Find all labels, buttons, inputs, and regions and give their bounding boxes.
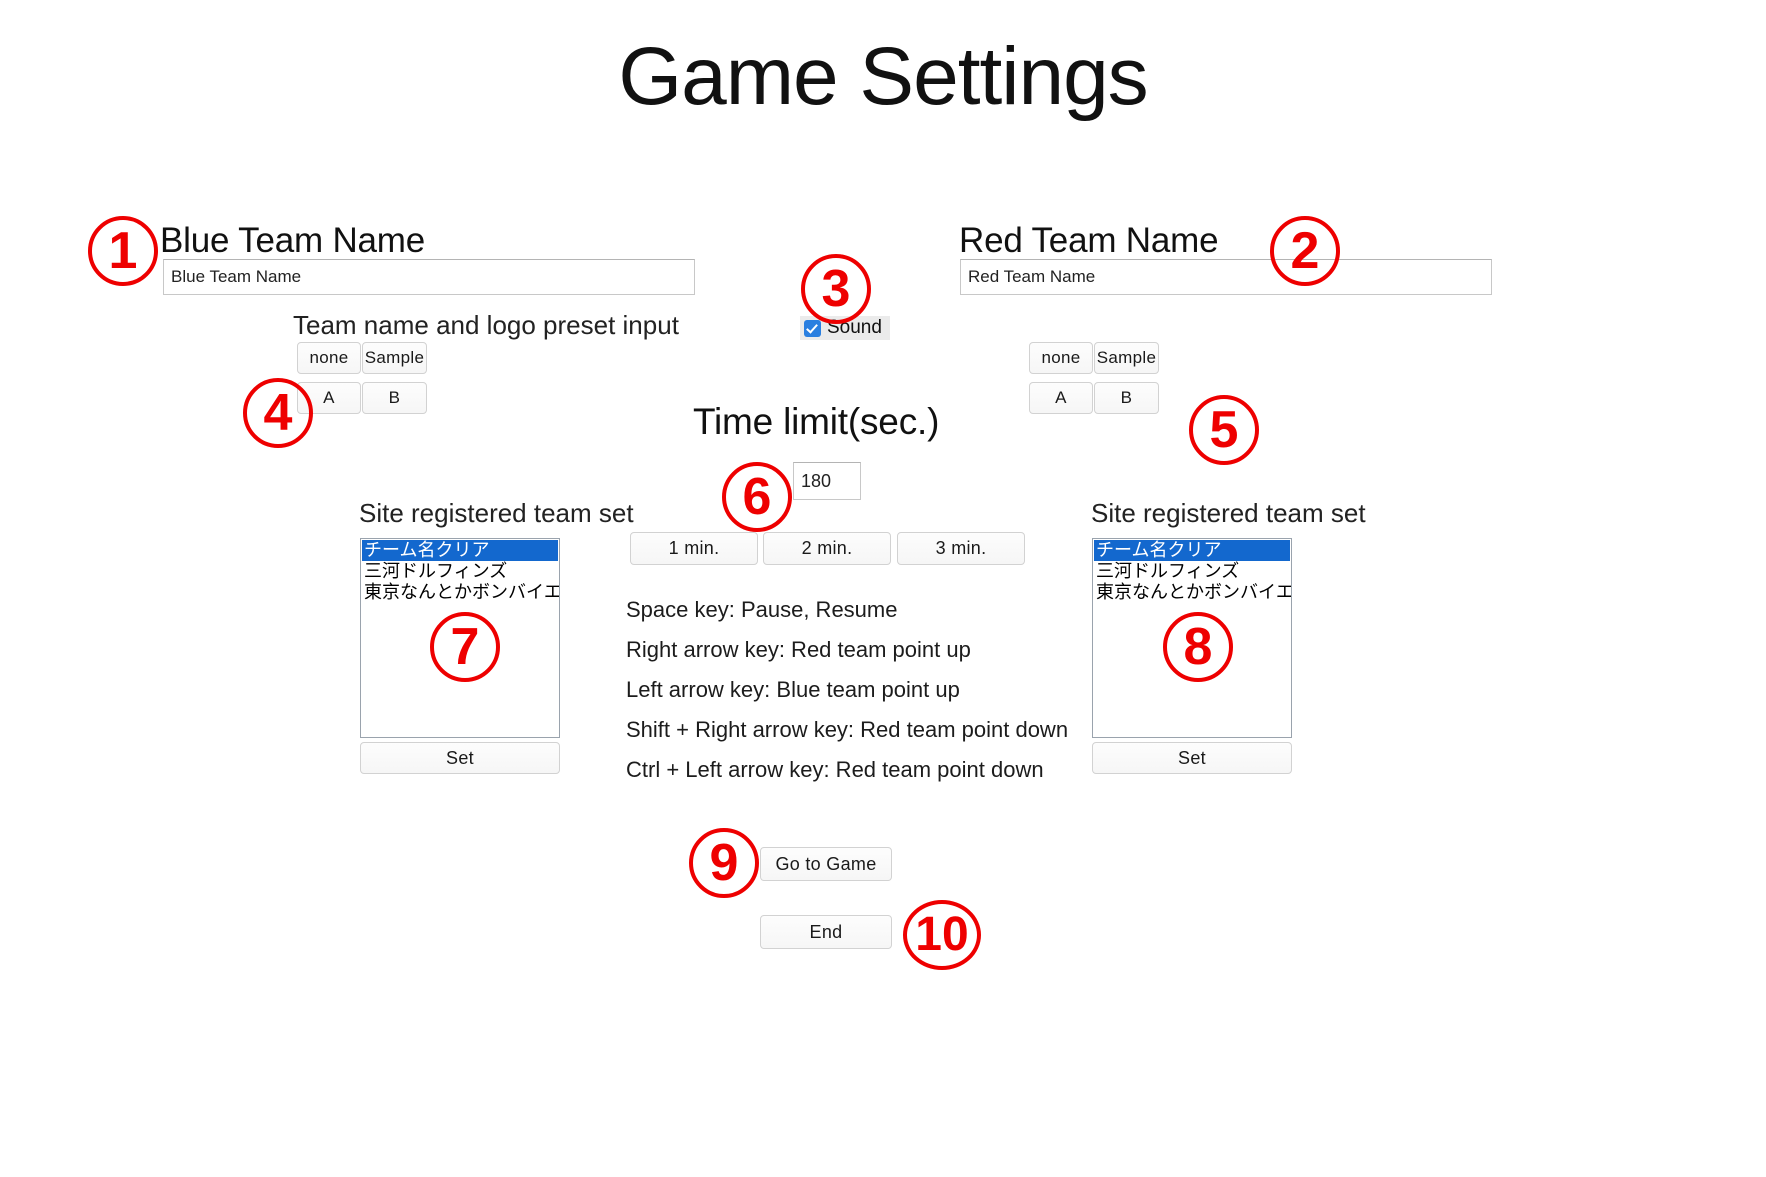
annotation-marker-2: 2 xyxy=(1270,216,1340,286)
instruction-line: Ctrl + Left arrow key: Red team point do… xyxy=(626,757,1044,782)
annotation-marker-10: 10 xyxy=(903,900,981,970)
red-set-button[interactable]: Set xyxy=(1092,742,1292,774)
blue-site-set-heading: Site registered team set xyxy=(359,498,634,528)
page-title: Game Settings xyxy=(618,31,1148,122)
blue-preset-b-button[interactable]: B xyxy=(362,382,427,414)
red-team-heading: Red Team Name xyxy=(959,221,1219,260)
red-team-name-input[interactable] xyxy=(960,259,1492,295)
time-preset-3min-button[interactable]: 3 min. xyxy=(897,532,1025,565)
red-site-set-heading: Site registered team set xyxy=(1091,498,1366,528)
instruction-line: Shift + Right arrow key: Red team point … xyxy=(626,717,1069,742)
annotation-marker-1: 1 xyxy=(88,216,158,286)
blue-preset-none-button[interactable]: none xyxy=(297,342,361,374)
list-item[interactable]: 東京なんとかボンバイエーズ xyxy=(362,582,559,603)
red-preset-sample-button[interactable]: Sample xyxy=(1094,342,1159,374)
list-item[interactable]: 東京なんとかボンバイエーズ xyxy=(1094,582,1291,603)
list-item[interactable]: 三河ドルフィンズ xyxy=(1094,561,1290,582)
time-limit-input[interactable] xyxy=(793,462,861,500)
list-item[interactable]: 三河ドルフィンズ xyxy=(362,561,558,582)
checkbox-checked-icon[interactable] xyxy=(804,319,821,337)
annotation-marker-5: 5 xyxy=(1189,395,1259,465)
instruction-line: Space key: Pause, Resume xyxy=(626,597,898,622)
instruction-line: Left arrow key: Blue team point up xyxy=(626,677,960,702)
end-button[interactable]: End xyxy=(760,915,892,949)
blue-set-button[interactable]: Set xyxy=(360,742,560,774)
list-item[interactable]: チーム名クリア xyxy=(1094,540,1290,561)
red-preset-b-button[interactable]: B xyxy=(1094,382,1159,414)
annotation-marker-3: 3 xyxy=(801,254,871,324)
annotation-marker-4: 4 xyxy=(243,378,313,448)
blue-team-name-input[interactable] xyxy=(163,259,695,295)
annotation-marker-6: 6 xyxy=(722,462,792,532)
red-preset-a-button[interactable]: A xyxy=(1029,382,1093,414)
annotation-marker-8: 8 xyxy=(1163,612,1233,682)
annotation-marker-9: 9 xyxy=(689,828,759,898)
instruction-line: Right arrow key: Red team point up xyxy=(626,637,971,662)
blue-preset-sample-button[interactable]: Sample xyxy=(362,342,427,374)
go-to-game-button[interactable]: Go to Game xyxy=(760,847,892,881)
red-preset-none-button[interactable]: none xyxy=(1029,342,1093,374)
time-preset-2min-button[interactable]: 2 min. xyxy=(763,532,891,565)
annotation-marker-7: 7 xyxy=(430,612,500,682)
time-limit-heading: Time limit(sec.) xyxy=(693,401,940,442)
list-item[interactable]: チーム名クリア xyxy=(362,540,558,561)
blue-team-heading: Blue Team Name xyxy=(160,221,426,260)
time-preset-1min-button[interactable]: 1 min. xyxy=(630,532,758,565)
preset-input-heading: Team name and logo preset input xyxy=(293,310,679,340)
